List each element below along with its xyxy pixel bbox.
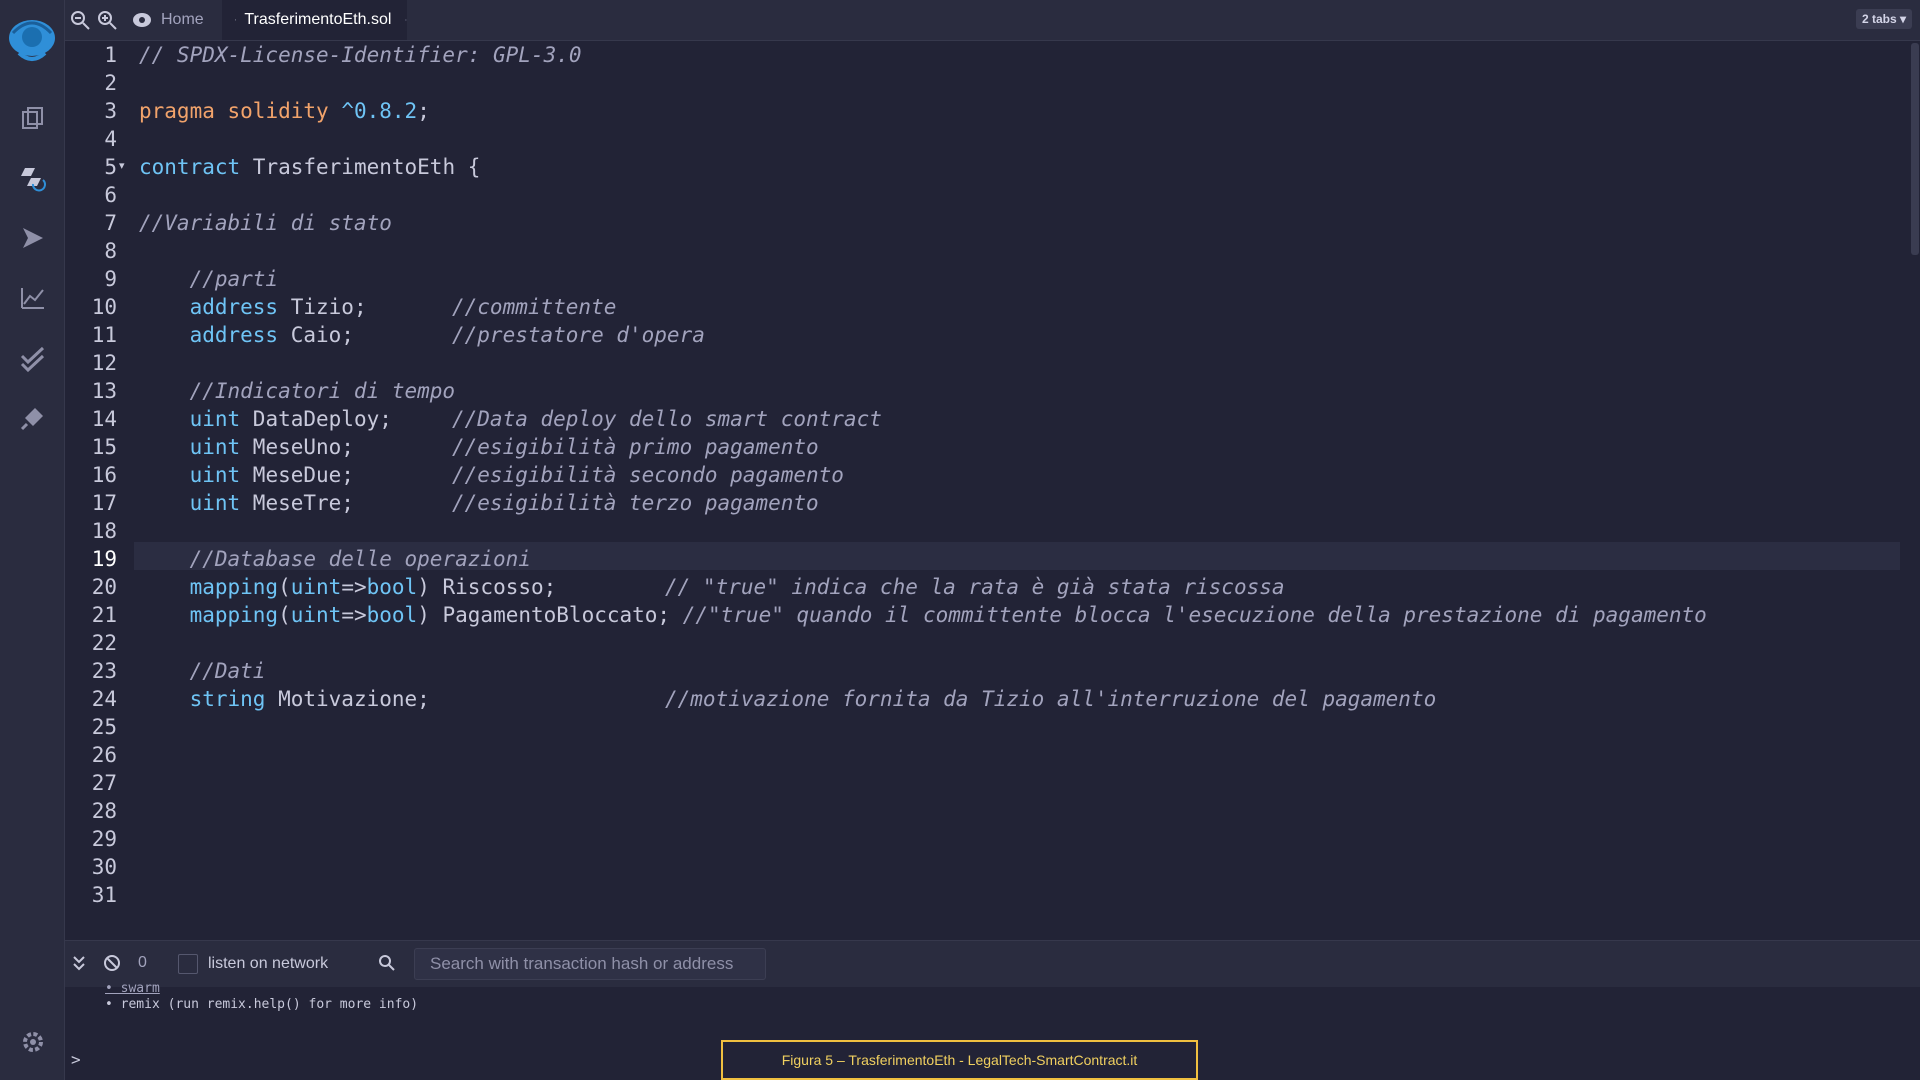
- line-number: 21: [91, 603, 117, 627]
- line-number: 19: [91, 547, 117, 571]
- line-number: 26: [91, 743, 117, 767]
- line-number: 30: [91, 855, 117, 879]
- line-number: 23: [91, 659, 117, 683]
- code-line-23: //Dati: [139, 659, 266, 683]
- plugin-manager-icon[interactable]: [17, 402, 49, 434]
- scrollbar-thumb[interactable]: [1911, 43, 1919, 255]
- code-line-17: uint MeseTre;//esigibilità terzo pagamen…: [189, 491, 819, 515]
- tab-bar: Home TrasferimentoEth.sol 2 tabs ▾: [65, 0, 1920, 41]
- remix-logo-icon[interactable]: [5, 15, 60, 65]
- line-number: 17: [91, 491, 117, 515]
- tab-file-label: TrasferimentoEth.sol: [244, 11, 392, 28]
- line-number: 28: [91, 799, 117, 823]
- listen-network-label: listen on network: [208, 955, 329, 972]
- terminal-line-remix: • remix (run remix.help() for more info): [105, 997, 419, 1012]
- line-number: 11: [91, 323, 117, 347]
- zoom-out-icon[interactable]: [69, 9, 91, 31]
- line-number: 13: [91, 379, 117, 403]
- code-line-24: string Motivazione;//motivazione fornita…: [189, 687, 1437, 711]
- line-number: 5: [104, 155, 117, 179]
- home-icon: [133, 13, 151, 27]
- zoom-in-icon[interactable]: [96, 9, 118, 31]
- line-number: 2: [104, 71, 117, 95]
- analysis-icon[interactable]: [17, 282, 49, 314]
- code-line-5: contract TrasferimentoEth {: [139, 155, 481, 179]
- listen-network-checkbox[interactable]: [178, 954, 198, 974]
- collapse-terminal-icon[interactable]: [72, 954, 86, 972]
- clear-terminal-icon[interactable]: [103, 954, 121, 972]
- line-number: 8: [104, 239, 117, 263]
- test-icon[interactable]: [17, 342, 49, 374]
- line-number: 4: [104, 127, 117, 151]
- code-line-16: uint MeseDue;//esigibilità secondo pagam…: [189, 463, 844, 487]
- editor-scrollbar[interactable]: [1910, 41, 1920, 912]
- tab-home[interactable]: Home: [121, 0, 214, 40]
- code-line-14: uint DataDeploy;//Data deploy dello smar…: [189, 407, 882, 431]
- fold-arrow-icon[interactable]: ▾: [119, 159, 125, 172]
- search-icon: [379, 955, 395, 971]
- close-icon[interactable]: [405, 13, 407, 27]
- tab-home-label: Home: [161, 11, 204, 28]
- line-gutter: 1 2 3 4 5 6 7 8 9 10 11 12 13 14 15 16 17 18 19 20 21 22 23 24 2…: [65, 41, 134, 912]
- line-number: 9: [104, 267, 117, 291]
- line-number: 1: [104, 43, 117, 67]
- line-number: 3: [104, 99, 117, 123]
- code-line-13: //Indicatori di tempo: [139, 379, 456, 403]
- line-number: 10: [91, 295, 117, 319]
- terminal-prompt[interactable]: >: [71, 1050, 81, 1069]
- settings-icon[interactable]: [17, 1026, 49, 1058]
- icon-panel: [0, 0, 65, 1080]
- transaction-search-input[interactable]: Search with transaction hash or address: [414, 948, 766, 980]
- code-line-7: //Variabili di stato: [139, 211, 392, 235]
- code-line-19: //Database delle operazioni: [139, 547, 531, 571]
- code-line-1: // SPDX-License-Identifier: GPL-3.0: [139, 43, 582, 67]
- line-number: 6: [104, 183, 117, 207]
- line-number: 7: [104, 211, 117, 235]
- code-line-9: //parti: [139, 267, 279, 291]
- code-line-11: address Caio;//prestatore d'opera: [189, 323, 705, 347]
- code-line-21: mapping(uint=>bool) PagamentoBloccato; /…: [189, 603, 1707, 627]
- line-number: 29: [91, 827, 117, 851]
- line-number: 18: [91, 519, 117, 543]
- line-number: 20: [91, 575, 117, 599]
- line-number: 27: [91, 771, 117, 795]
- tabs-count-badge[interactable]: 2 tabs ▾: [1855, 9, 1912, 29]
- code-line-3: pragma solidity ^0.8.2;: [139, 99, 430, 123]
- solidity-file-icon: [235, 19, 237, 21]
- code-line-10: address Tizio;//committente: [189, 295, 617, 319]
- file-explorer-icon[interactable]: [17, 102, 49, 134]
- deploy-run-icon[interactable]: [17, 222, 49, 254]
- solidity-compiler-icon[interactable]: [17, 162, 49, 194]
- line-number: 31: [91, 883, 117, 907]
- tab-trasferimentoeth[interactable]: TrasferimentoEth.sol: [222, 0, 407, 40]
- line-number: 14: [91, 407, 117, 431]
- code-line-20: mapping(uint=>bool) Riscosso;// "true" i…: [189, 575, 1285, 599]
- code-editor[interactable]: 1 2 3 4 5 6 7 8 9 10 11 12 13 14 15 16 17 18 19 20 21 22 23 24 2…: [65, 41, 1920, 912]
- line-number: 22: [91, 631, 117, 655]
- figure-caption: Figura 5 – TrasferimentoEth - LegalTech-…: [721, 1040, 1198, 1080]
- line-number: 12: [91, 351, 117, 375]
- line-number: 16: [91, 463, 117, 487]
- pending-tx-count: 0: [138, 954, 147, 971]
- code-line-15: uint MeseUno;//esigibilità primo pagamen…: [189, 435, 819, 459]
- terminal-toolbar: 0 listen on network Search with transact…: [65, 940, 1920, 988]
- line-number: 25: [91, 715, 117, 739]
- line-number: 24: [91, 687, 117, 711]
- terminal-line-swarm: • swarm: [105, 981, 160, 996]
- line-number: 15: [91, 435, 117, 459]
